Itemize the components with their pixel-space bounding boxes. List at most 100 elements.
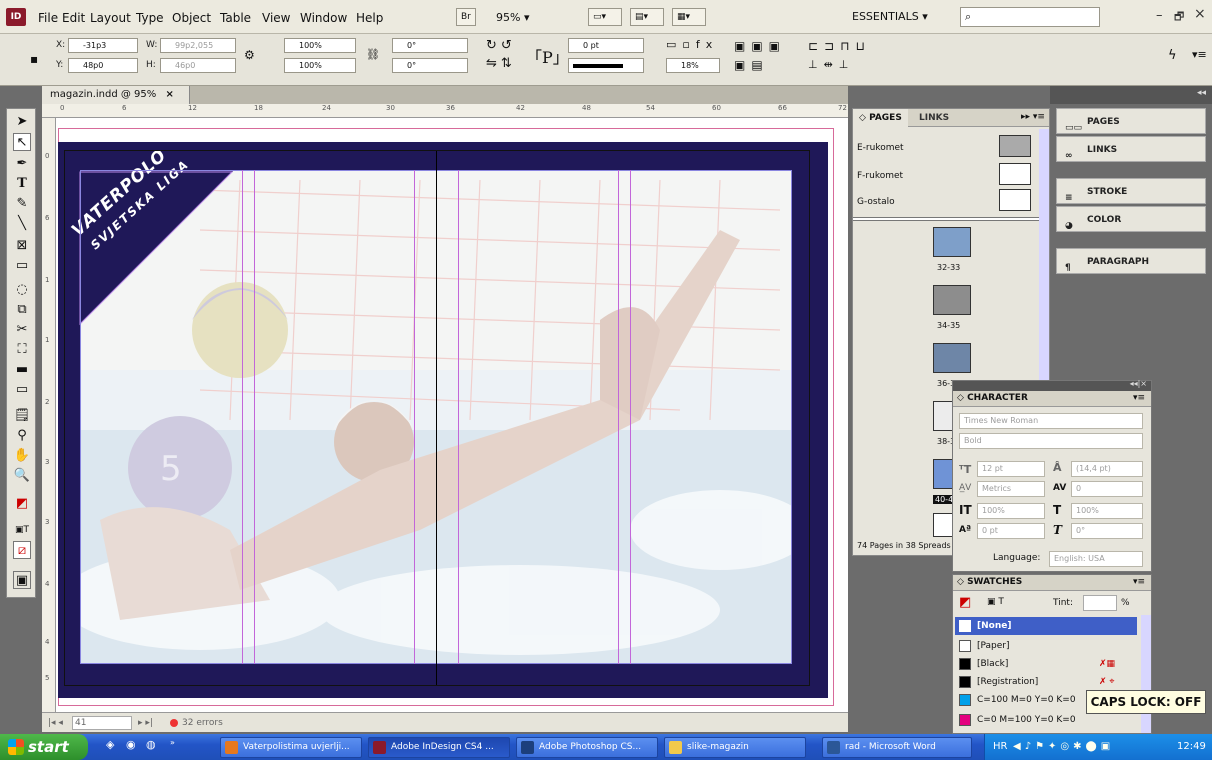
fitting-buttons-icon[interactable]: ▣▣▣ (734, 39, 786, 53)
skew-field[interactable]: 0° (1071, 523, 1143, 539)
stroke-type-select[interactable] (568, 58, 644, 73)
screen-mode-icon[interactable]: ▣ (13, 571, 31, 589)
swatches-menu-icon[interactable]: ▾≡ (1133, 577, 1145, 587)
line-tool-icon[interactable]: ╲ (13, 215, 31, 233)
quick-launch-more-icon[interactable]: » (170, 738, 175, 747)
master-label[interactable]: F-rukomet (857, 171, 903, 181)
horizontal-scale-field[interactable]: 100% (1071, 503, 1143, 519)
master-label[interactable]: E-rukomet (857, 143, 904, 153)
screen-mode-button[interactable]: ▭▾ (588, 8, 622, 26)
lock-scale-icon[interactable]: ⛓ (366, 48, 380, 61)
selection-tool-icon[interactable]: ➤ (13, 113, 31, 131)
dock-item-color[interactable]: ◕ COLOR (1056, 206, 1206, 232)
language-indicator[interactable]: HR (993, 734, 1007, 760)
rectangle-frame-tool-icon[interactable]: ⊠ (13, 237, 31, 255)
menu-type[interactable]: Type (136, 11, 164, 25)
tracking-field[interactable]: 0 (1071, 481, 1143, 497)
kerning-field[interactable]: Metrics (977, 481, 1045, 497)
preflight-status[interactable]: 32 errors (182, 713, 223, 733)
rotate-tool-icon[interactable]: ◌ (13, 281, 31, 299)
eyedropper-tool-icon[interactable]: ⚲ (13, 427, 31, 445)
scale-tool-icon[interactable]: ⧉ (13, 301, 31, 319)
dock-item-paragraph[interactable]: ¶ PARAGRAPH (1056, 248, 1206, 274)
start-button[interactable]: start (0, 734, 88, 760)
zoom-tool-icon[interactable]: 🔍 (13, 467, 31, 485)
zoom-dropdown[interactable]: 95% ▾ (496, 11, 529, 24)
rotate-buttons-icon[interactable]: ↻↺ (486, 38, 516, 53)
master-label[interactable]: G-ostalo (857, 197, 895, 207)
vertical-ruler[interactable]: 0 6 1 1 2 3 3 4 4 5 (42, 118, 56, 712)
tab-pages[interactable]: ◇ PAGES (853, 109, 908, 127)
baseline-shift-field[interactable]: 0 pt (977, 523, 1045, 539)
menu-file[interactable]: File (38, 11, 58, 25)
spread-thumbnail[interactable] (933, 227, 971, 257)
scissors-tool-icon[interactable]: ✂ (13, 321, 31, 339)
menu-table[interactable]: Table (220, 11, 251, 25)
tray-icons[interactable]: ◀♪⚑✦◎✱⬤▣ (1013, 734, 1114, 760)
pen-tool-icon[interactable]: ✒ (13, 155, 31, 173)
language-select[interactable]: English: USA (1049, 551, 1143, 567)
gradient-feather-tool-icon[interactable]: ▭ (13, 381, 31, 399)
next-page-icon[interactable]: ▸ ▸| (138, 713, 153, 733)
swatch-none[interactable]: [None] (955, 617, 1137, 635)
browser-icon[interactable]: ◉ (126, 738, 136, 751)
menu-window[interactable]: Window (300, 11, 347, 25)
document-tab[interactable]: magazin.indd @ 95% × (42, 86, 190, 104)
taskbar-item-photoshop[interactable]: Adobe Photoshop CS... (516, 737, 658, 758)
formatting-container-icon[interactable]: ▣T (13, 521, 31, 539)
distribute-buttons-icon[interactable]: ⊥⇹⊥ (808, 58, 854, 71)
note-tool-icon[interactable]: 🗒 (13, 407, 31, 425)
effects-icons[interactable]: ▭▫fx (666, 38, 718, 51)
direct-selection-tool-icon[interactable]: ↖ (13, 133, 31, 151)
spread-thumbnail[interactable] (933, 343, 971, 373)
master-thumbnail[interactable] (999, 189, 1031, 211)
fill-stroke-swatch-icon[interactable]: ◩ (959, 595, 971, 610)
leading-field[interactable]: (14,4 pt) (1071, 461, 1143, 477)
character-title[interactable]: ◇ CHARACTER (957, 393, 1028, 403)
taskbar-item-firefox[interactable]: Vaterpolistima uvjerlji... (220, 737, 362, 758)
swatches-scrollbar[interactable] (1141, 615, 1151, 733)
stroke-weight-field[interactable]: 0 pt (568, 38, 644, 53)
search-input[interactable]: ⌕ (960, 7, 1100, 27)
taskbar-item-word[interactable]: rad - Microsoft Word (822, 737, 972, 758)
tab-links[interactable]: LINKS (913, 109, 955, 127)
swatch-black[interactable]: [Black] ✗▦ (955, 655, 1137, 673)
swatches-title[interactable]: ◇ SWATCHES (957, 577, 1022, 587)
container-text-icon[interactable]: ▣ T (987, 597, 1004, 607)
flip-buttons-icon[interactable]: ⇋⇅ (486, 56, 516, 71)
font-family-field[interactable]: Times New Roman (959, 413, 1143, 429)
panel-menu-icon[interactable]: ▸▸ ▾≡ (1021, 112, 1045, 122)
swatch-registration[interactable]: [Registration] ✗ ⌖ (955, 673, 1137, 691)
horizontal-ruler[interactable]: 0 6 12 18 24 30 36 42 48 54 60 66 72 (42, 104, 848, 118)
panel-divider[interactable] (853, 217, 1049, 221)
character-titlebar[interactable]: ◂◂|× (953, 379, 1151, 391)
width-field[interactable]: 99p2,055 (160, 38, 236, 53)
show-desktop-icon[interactable]: ◈ (106, 738, 114, 751)
fill-stroke-icon[interactable]: ◩ (13, 495, 31, 513)
align-buttons-icon[interactable]: ⊏⊐⊓⊔ (808, 39, 871, 53)
view-options-button[interactable]: ▤▾ (630, 8, 664, 26)
gradient-swatch-tool-icon[interactable]: ▬ (13, 361, 31, 379)
panel-close-icon[interactable]: ◂◂|× (1130, 379, 1147, 388)
collapse-dock-icon[interactable]: ◂◂ (1197, 88, 1206, 98)
fit-frame-icon[interactable]: ▣▤ (734, 58, 769, 72)
text-p-icon[interactable]: 「P」 (526, 44, 569, 68)
menu-help[interactable]: Help (356, 11, 383, 25)
menu-edit[interactable]: Edit (62, 11, 85, 25)
page-number-field[interactable]: 41 (72, 716, 132, 730)
font-style-field[interactable]: Bold (959, 433, 1143, 449)
dock-item-links[interactable]: ∞ LINKS (1056, 136, 1206, 162)
shear-field[interactable]: 0° (392, 58, 468, 73)
control-menu-icon[interactable]: ▾≡ (1192, 48, 1207, 61)
height-field[interactable]: 46p0 (160, 58, 236, 73)
rotate-field[interactable]: 0° (392, 38, 468, 53)
bridge-button[interactable]: Br (456, 8, 476, 26)
document-tab-close-icon[interactable]: × (165, 89, 173, 100)
dock-item-stroke[interactable]: ≡ STROKE (1056, 178, 1206, 204)
type-tool-icon[interactable]: T (13, 175, 31, 193)
master-thumbnail[interactable] (999, 135, 1031, 157)
apply-none-icon[interactable]: ⧄ (13, 541, 31, 559)
swatch-paper[interactable]: [Paper] (955, 637, 1137, 655)
tint-field[interactable] (1083, 595, 1117, 611)
spread-thumbnail[interactable] (933, 285, 971, 315)
